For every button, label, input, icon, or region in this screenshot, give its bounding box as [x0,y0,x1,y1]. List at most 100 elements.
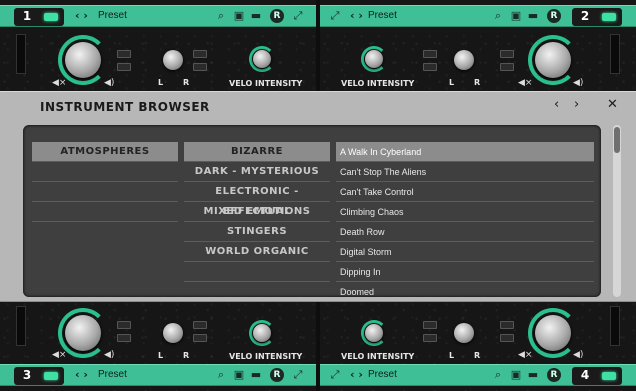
volume-knob[interactable] [65,42,101,78]
preset-name[interactable]: Preset [98,369,127,380]
velo-intensity-knob[interactable] [253,324,271,342]
wave-switch[interactable] [193,63,207,71]
expand-icon[interactable]: ⤢ [292,10,304,22]
wave-switch[interactable] [117,63,131,71]
slider[interactable] [610,34,620,74]
search-icon[interactable]: ⌕ [492,10,504,22]
preset-name[interactable]: Preset [368,369,397,380]
previous-arrow-icon[interactable]: ‹ [554,97,559,112]
r-button[interactable]: R [547,368,561,382]
speaker-icon[interactable]: ◀) [573,350,583,360]
preset-nav-arrows[interactable]: ‹ › [350,368,363,381]
r-button[interactable]: R [270,9,284,23]
mode-switch[interactable] [500,321,514,329]
mode-switch[interactable] [423,50,437,58]
velo-intensity-knob[interactable] [253,50,271,68]
save-icon[interactable]: ▣ [233,369,245,381]
velo-intensity-knob[interactable] [365,50,383,68]
pan-knob[interactable] [163,323,183,343]
velo-intensity-label: VELO INTENSITY [341,79,415,88]
expand-icon[interactable]: ⤢ [329,10,341,22]
preset-nav-arrows[interactable]: ‹ › [350,9,363,22]
slot-1-panel: 1 ‹ › Preset ⌕ ▣ ▬ R ⤢ ◀× ◀) L R VELO IN… [0,0,316,97]
folder-icon[interactable]: ▬ [250,10,262,22]
slot-2-power-led[interactable] [602,13,616,21]
slot-3-panel: 3 ‹ › Preset ⌕ ▣ ▬ R ⤢ ◀× ◀) L R VELO IN… [0,294,316,391]
mode-switch[interactable] [500,50,514,58]
wave-switch[interactable] [500,334,514,342]
search-icon[interactable]: ⌕ [492,369,504,381]
save-icon[interactable]: ▣ [233,10,245,22]
pan-knob[interactable] [454,323,474,343]
mute-icon[interactable]: ◀× [518,350,532,360]
slot-4-selector[interactable]: 4 [572,367,622,385]
search-icon[interactable]: ⌕ [215,10,227,22]
pan-knob[interactable] [454,50,474,70]
subcategory-item[interactable]: DARK - MYSTERIOUS [184,162,330,182]
slot-4-power-led[interactable] [602,372,616,380]
slot-1-power-led[interactable] [44,13,58,21]
instrument-item[interactable]: Dipping In [336,262,594,282]
search-icon[interactable]: ⌕ [215,369,227,381]
subcategory-item[interactable]: BIZARRE [184,142,330,162]
slot-1-selector[interactable]: 1 [14,8,64,26]
slot-2-selector[interactable]: 2 [572,8,622,26]
mode-switch[interactable] [423,321,437,329]
speaker-icon[interactable]: ◀) [104,78,114,88]
instrument-item[interactable]: A Walk In Cyberland [336,142,594,162]
mode-switch[interactable] [193,50,207,58]
close-icon[interactable]: ✕ [607,97,618,112]
browser-scrollbar[interactable] [613,125,621,297]
save-icon[interactable]: ▣ [510,369,522,381]
instrument-item[interactable]: Climbing Chaos [336,202,594,222]
subcategory-item[interactable]: ELECTRONIC - EFFECTUAL [184,182,330,217]
folder-icon[interactable]: ▬ [527,10,539,22]
folder-icon[interactable]: ▬ [250,369,262,381]
wave-switch[interactable] [117,334,131,342]
slider[interactable] [16,34,26,74]
r-button[interactable]: R [547,9,561,23]
speaker-icon[interactable]: ◀) [573,78,583,88]
wave-switch[interactable] [500,63,514,71]
pan-knob[interactable] [163,50,183,70]
mode-switch[interactable] [117,321,131,329]
subcategory-item[interactable]: WORLD ORGANIC [184,242,330,262]
volume-knob[interactable] [535,315,571,351]
instrument-item[interactable]: Doomed [336,282,594,297]
expand-icon[interactable]: ⤢ [292,369,304,381]
category-item[interactable]: ATMOSPHERES [32,142,178,162]
slot-3-selector[interactable]: 3 [14,367,64,385]
slider[interactable] [610,306,620,346]
next-arrow-icon[interactable]: › [574,97,579,112]
mute-icon[interactable]: ◀× [52,350,66,360]
preset-nav-arrows[interactable]: ‹ › [75,368,88,381]
mode-switch[interactable] [117,50,131,58]
wave-switch[interactable] [423,334,437,342]
slider[interactable] [16,306,26,346]
volume-knob[interactable] [535,42,571,78]
mute-icon[interactable]: ◀× [52,78,66,88]
subcategory-item[interactable]: MIXED EMOTIONS [184,202,330,222]
instrument-item[interactable]: Digital Storm [336,242,594,262]
mute-icon[interactable]: ◀× [518,78,532,88]
instrument-item[interactable]: Can't Stop The Aliens [336,162,594,182]
subcategory-item[interactable]: STINGERS [184,222,330,242]
expand-icon[interactable]: ⤢ [329,369,341,381]
wave-switch[interactable] [193,334,207,342]
wave-switch[interactable] [423,63,437,71]
volume-knob[interactable] [65,315,101,351]
instrument-item[interactable]: Death Row [336,222,594,242]
folder-icon[interactable]: ▬ [527,369,539,381]
speaker-icon[interactable]: ◀) [104,350,114,360]
preset-name[interactable]: Preset [98,10,127,21]
r-button[interactable]: R [270,368,284,382]
slot-3-power-led[interactable] [44,372,58,380]
scrollbar-thumb[interactable] [614,127,620,153]
save-icon[interactable]: ▣ [510,10,522,22]
preset-nav-arrows[interactable]: ‹ › [75,9,88,22]
preset-name[interactable]: Preset [368,10,397,21]
mode-switch[interactable] [193,321,207,329]
pan-left-label: L [449,78,455,87]
velo-intensity-knob[interactable] [365,324,383,342]
instrument-item[interactable]: Can't Take Control [336,182,594,202]
